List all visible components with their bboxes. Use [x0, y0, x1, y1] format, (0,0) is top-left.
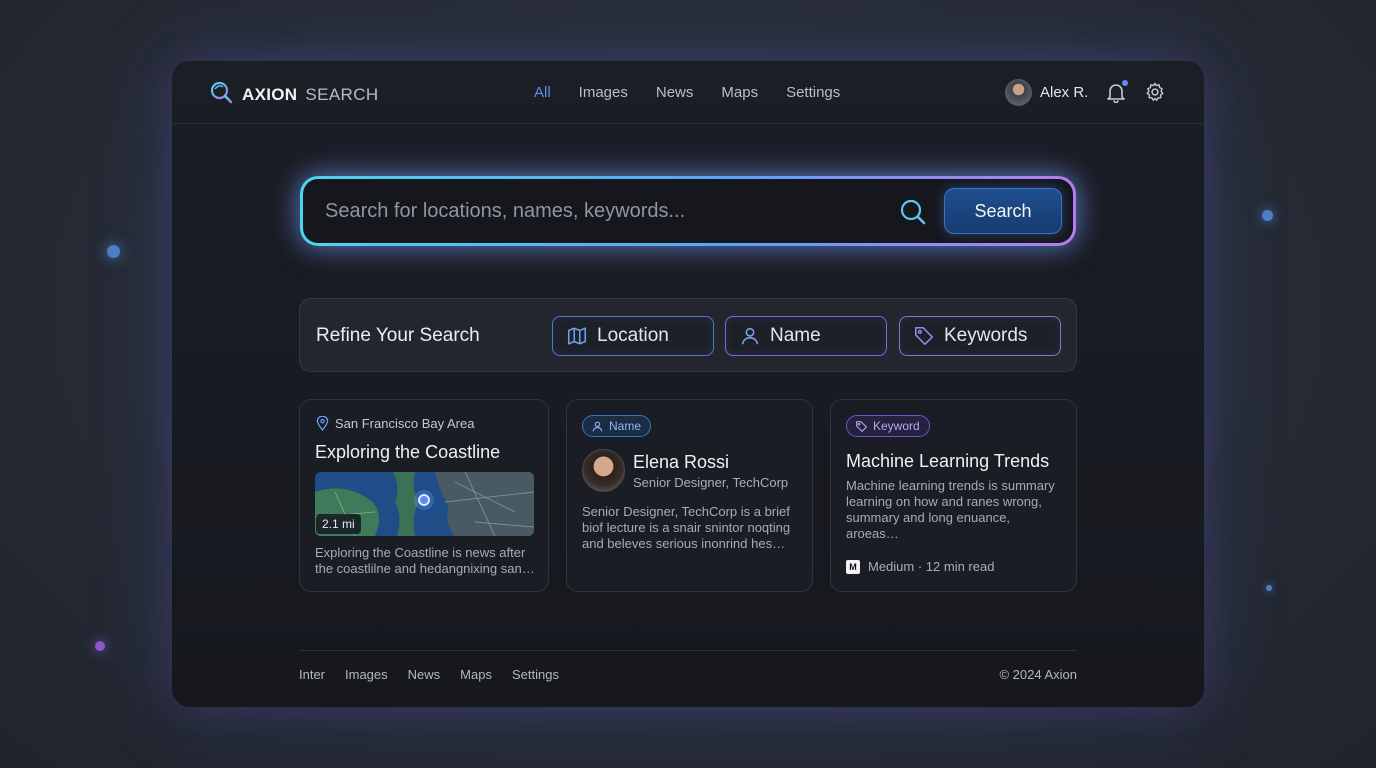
location-row: San Francisco Bay Area — [316, 416, 474, 431]
nav-all[interactable]: All — [534, 84, 551, 101]
nav-settings[interactable]: Settings — [786, 84, 840, 101]
filter-location-button[interactable]: Location — [552, 316, 714, 356]
filter-keywords-button[interactable]: Keywords — [899, 316, 1061, 356]
notifications-button[interactable] — [1106, 80, 1128, 108]
person-icon — [592, 421, 603, 431]
card-description: Senior Designer, TechCorp is a brief bio… — [582, 504, 791, 551]
keyword-badge-label: Keyword — [873, 419, 920, 433]
footer-link-inter[interactable]: Inter — [299, 667, 325, 682]
filter-keywords-label: Keywords — [944, 325, 1028, 346]
logo[interactable]: AXION SEARCH — [209, 80, 379, 110]
tag-icon — [856, 420, 867, 432]
card-description: Exploring the Coastline is news after th… — [315, 545, 535, 576]
location-label: San Francisco Bay Area — [335, 416, 475, 431]
logo-text: AXION — [242, 85, 298, 104]
result-card-location[interactable]: San Francisco Bay Area Exploring the Coa… — [299, 399, 549, 592]
card-title: Exploring the Coastline — [315, 442, 501, 462]
app-window: AXION SEARCH All Images News Maps Settin… — [172, 61, 1204, 707]
footer-link-news[interactable]: News — [408, 667, 441, 682]
filter-name-label: Name — [770, 325, 821, 346]
name-badge[interactable]: Name — [582, 415, 652, 437]
settings-button[interactable] — [1144, 81, 1166, 108]
main-nav: All Images News Maps Settings — [534, 84, 840, 101]
search-bar-inner: Search — [303, 179, 1073, 243]
nav-maps[interactable]: Maps — [721, 84, 758, 101]
notification-dot — [1122, 80, 1128, 86]
glow-dot — [1266, 585, 1272, 591]
search-icon[interactable] — [899, 198, 927, 231]
person-name: Elena Rossi — [633, 452, 730, 472]
copyright: © 2024 Axion — [999, 667, 1077, 682]
medium-logo: M — [846, 559, 860, 574]
gear-icon — [1146, 82, 1164, 101]
glow-dot — [107, 245, 120, 258]
user-menu[interactable]: Alex R. — [1005, 79, 1088, 106]
card-description: Machine learning trends is summary learn… — [846, 478, 1055, 541]
source-text: Medium · 12 min read — [868, 559, 995, 574]
tag-icon — [914, 326, 934, 346]
footer-link-settings[interactable]: Settings — [512, 667, 559, 682]
person-role: Senior Designer, TechCorp — [633, 475, 789, 490]
user-name: Alex R. — [1040, 84, 1089, 101]
location-pin-icon — [316, 416, 329, 431]
search-bar: Search — [300, 176, 1076, 246]
footer-nav: Inter Images News Maps Settings — [299, 667, 559, 682]
search-input[interactable] — [325, 193, 865, 229]
avatar — [1005, 79, 1032, 106]
glow-dot — [95, 641, 105, 651]
top-bar: AXION SEARCH All Images News Maps Settin… — [172, 61, 1204, 124]
filter-location-label: Location — [597, 325, 669, 346]
map-icon — [567, 327, 587, 345]
distance-badge: 2.1 mi — [316, 514, 361, 534]
keyword-badge[interactable]: Keyword — [846, 415, 930, 437]
search-button[interactable]: Search — [944, 188, 1062, 234]
person-photo — [582, 449, 625, 492]
result-card-keyword[interactable]: Keyword Machine Learning Trends Machine … — [830, 399, 1077, 592]
source-row: M Medium · 12 min read — [846, 559, 994, 574]
refine-panel: Refine Your Search Location Name Keyword… — [299, 298, 1077, 372]
card-title: Machine Learning Trends — [846, 451, 1050, 471]
person-icon — [741, 327, 759, 345]
result-card-person[interactable]: Name Elena Rossi Senior Designer, TechCo… — [566, 399, 813, 592]
logo-subtext: SEARCH — [305, 85, 379, 104]
filter-name-button[interactable]: Name — [725, 316, 887, 356]
glow-dot — [1262, 210, 1273, 221]
footer-divider — [299, 650, 1077, 651]
name-badge-label: Name — [609, 419, 642, 433]
footer-link-maps[interactable]: Maps — [460, 667, 492, 682]
refine-title: Refine Your Search — [316, 325, 480, 346]
nav-images[interactable]: Images — [579, 84, 628, 101]
footer-link-images[interactable]: Images — [345, 667, 388, 682]
logo-search-icon — [209, 80, 234, 110]
nav-news[interactable]: News — [656, 84, 694, 101]
